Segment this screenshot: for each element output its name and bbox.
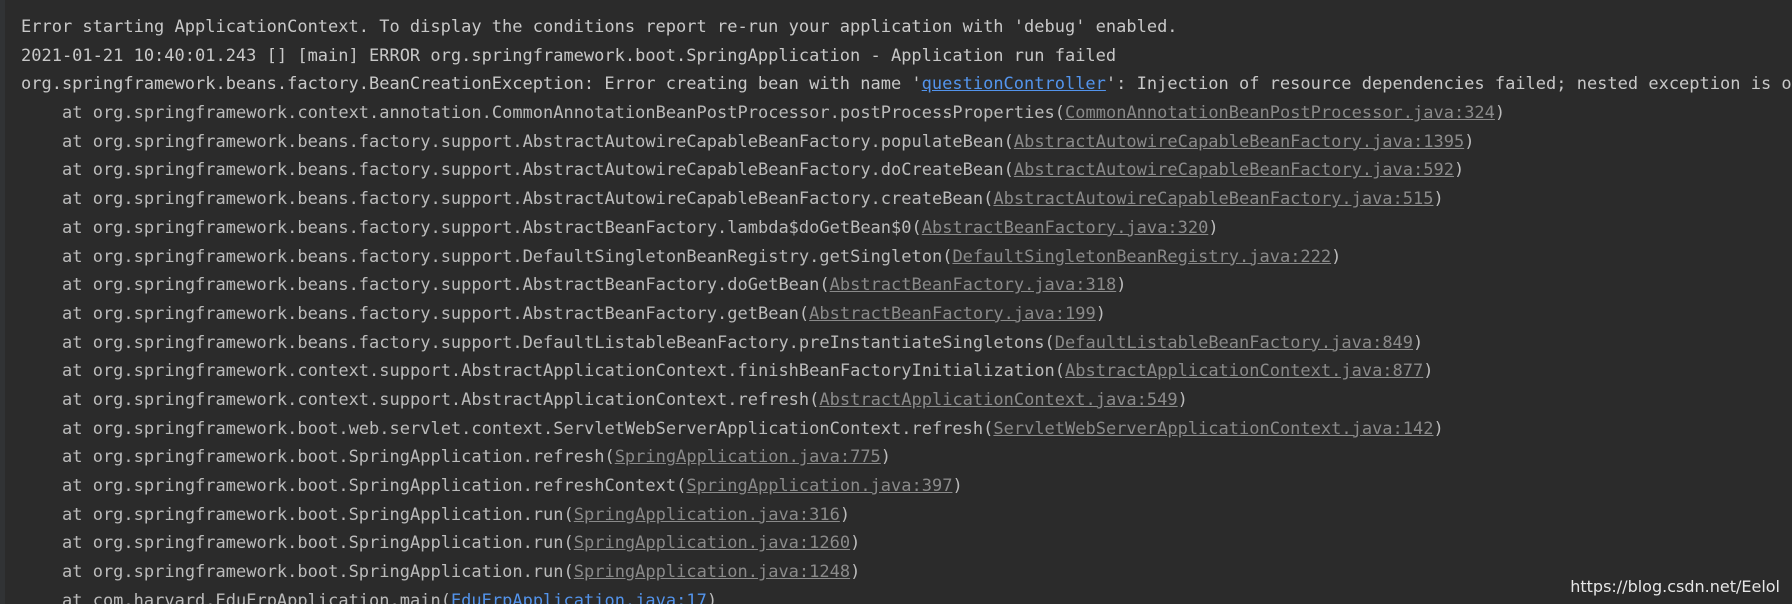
stack-frame-method: at org.springframework.boot.SpringApplic… [62,504,574,525]
stack-frame-close: ) [839,504,851,525]
source-file-link[interactable]: EduErpApplication.java:17 [451,591,707,604]
stack-frame-method: at org.springframework.beans.factory.sup… [62,189,994,210]
console-line-log-error: 2021-01-21 10:40:01.243 [] [main] ERROR … [21,45,1117,66]
source-file-link[interactable]: AbstractAutowireCapableBeanFactory.java:… [993,189,1433,209]
stack-frame: at org.springframework.boot.SpringApplic… [21,501,1792,530]
stack-frame-method: at org.springframework.beans.factory.sup… [62,303,810,324]
source-file-link[interactable]: CommonAnnotationBeanPostProcessor.java:3… [1065,103,1495,123]
stack-frame: at org.springframework.boot.SpringApplic… [21,558,1792,587]
stack-frame-method: at org.springframework.beans.factory.sup… [62,131,1014,152]
stack-frame: at org.springframework.beans.factory.sup… [21,128,1792,157]
stack-frame: at org.springframework.beans.factory.sup… [21,214,1792,243]
stack-frame-close: ) [1331,246,1342,267]
stack-frame-close: ) [1208,217,1219,238]
bean-name-link[interactable]: questionController [922,74,1106,94]
stack-frame-method: at org.springframework.boot.SpringApplic… [62,562,574,583]
source-file-link[interactable]: AbstractAutowireCapableBeanFactory.java:… [1014,132,1464,152]
source-file-link[interactable]: AbstractApplicationContext.java:549 [819,390,1177,410]
source-file-link[interactable]: AbstractApplicationContext.java:877 [1065,361,1423,381]
exception-suffix: ': Injection of resource dependencies fa… [1105,74,1792,95]
stack-frame: at com.harvard.EduErpApplication.main(Ed… [21,587,1792,604]
stack-frame-method: at org.springframework.context.support.A… [62,389,820,410]
stack-frame: at org.springframework.beans.factory.sup… [21,300,1792,329]
source-file-link[interactable]: AbstractBeanFactory.java:318 [830,275,1117,295]
stack-frame: at org.springframework.boot.web.servlet.… [21,415,1792,444]
stack-frame: at org.springframework.beans.factory.sup… [21,329,1792,358]
exception-prefix: org.springframework.beans.factory.BeanCr… [21,74,922,95]
stack-frame-method: at org.springframework.boot.SpringApplic… [62,476,687,496]
stack-frame-close: ) [1433,418,1444,439]
stack-frame-close: ) [952,476,963,496]
stack-frame-method: at org.springframework.beans.factory.sup… [62,332,1055,353]
stack-frame-close: ) [1095,303,1106,324]
console-gutter [0,0,5,604]
stack-frame-close: ) [1423,361,1434,382]
stack-frame: at org.springframework.context.support.A… [21,357,1792,386]
stack-frame-method: at org.springframework.boot.web.servlet.… [62,418,994,439]
stack-frame-method: at org.springframework.context.support.A… [62,361,1066,382]
stack-frame: at org.springframework.beans.factory.sup… [21,156,1792,185]
source-file-link[interactable]: AbstractAutowireCapableBeanFactory.java:… [1014,160,1454,180]
console-line-exception: org.springframework.beans.factory.BeanCr… [21,70,1792,99]
stack-frame-close: ) [1433,189,1444,210]
stack-frame-close: ) [1494,103,1506,124]
console-line-error-start: Error starting ApplicationContext. To di… [21,17,1178,37]
stack-frame: at org.springframework.boot.SpringApplic… [21,472,1792,501]
stack-frame-close: ) [1177,389,1188,410]
watermark: https://blog.csdn.net/Eelol [1570,577,1780,596]
stack-frame-close: ) [1464,131,1475,152]
stack-frame: at org.springframework.beans.factory.sup… [21,185,1792,214]
stack-frame-close: ) [1116,275,1127,296]
stack-frame-close: ) [850,533,861,554]
stack-frame-method: at org.springframework.beans.factory.sup… [62,160,1014,181]
stack-frame-method: at org.springframework.context.annotatio… [62,103,1066,124]
console-output: Error starting ApplicationContext. To di… [21,13,1792,604]
stack-frame-close: ) [706,590,718,604]
source-file-link[interactable]: SpringApplication.java:397 [686,476,952,496]
stack-trace: at org.springframework.context.annotatio… [21,99,1792,604]
stack-frame-close: ) [1413,332,1424,353]
stack-frame: at org.springframework.beans.factory.sup… [21,243,1792,272]
source-file-link[interactable]: SpringApplication.java:775 [615,447,881,467]
stack-frame: at org.springframework.context.annotatio… [21,99,1792,128]
stack-frame: at org.springframework.boot.SpringApplic… [21,443,1792,472]
stack-frame-close: ) [1453,160,1465,181]
stack-frame-method: at com.harvard.EduErpApplication.main( [62,590,451,604]
run-console: Error starting ApplicationContext. To di… [0,0,1792,604]
stack-frame: at org.springframework.boot.SpringApplic… [21,529,1792,558]
stack-frame-method: at org.springframework.boot.SpringApplic… [62,447,615,468]
stack-frame-method: at org.springframework.beans.factory.sup… [62,246,953,267]
source-file-link[interactable]: AbstractBeanFactory.java:199 [809,304,1096,324]
stack-frame-method: at org.springframework.boot.SpringApplic… [62,533,574,554]
source-file-link[interactable]: SpringApplication.java:316 [574,505,840,525]
stack-frame-close: ) [880,447,892,468]
stack-frame: at org.springframework.beans.factory.sup… [21,271,1792,300]
source-file-link[interactable]: DefaultSingletonBeanRegistry.java:222 [952,247,1331,267]
source-file-link[interactable]: DefaultListableBeanFactory.java:849 [1055,333,1413,353]
stack-frame-close: ) [850,562,861,583]
source-file-link[interactable]: SpringApplication.java:1248 [574,562,850,582]
source-file-link[interactable]: ServletWebServerApplicationContext.java:… [993,419,1433,439]
source-file-link[interactable]: AbstractBeanFactory.java:320 [922,218,1209,238]
stack-frame-method: at org.springframework.beans.factory.sup… [62,275,830,296]
stack-frame: at org.springframework.context.support.A… [21,386,1792,415]
source-file-link[interactable]: SpringApplication.java:1260 [574,533,850,553]
stack-frame-method: at org.springframework.beans.factory.sup… [62,217,922,238]
